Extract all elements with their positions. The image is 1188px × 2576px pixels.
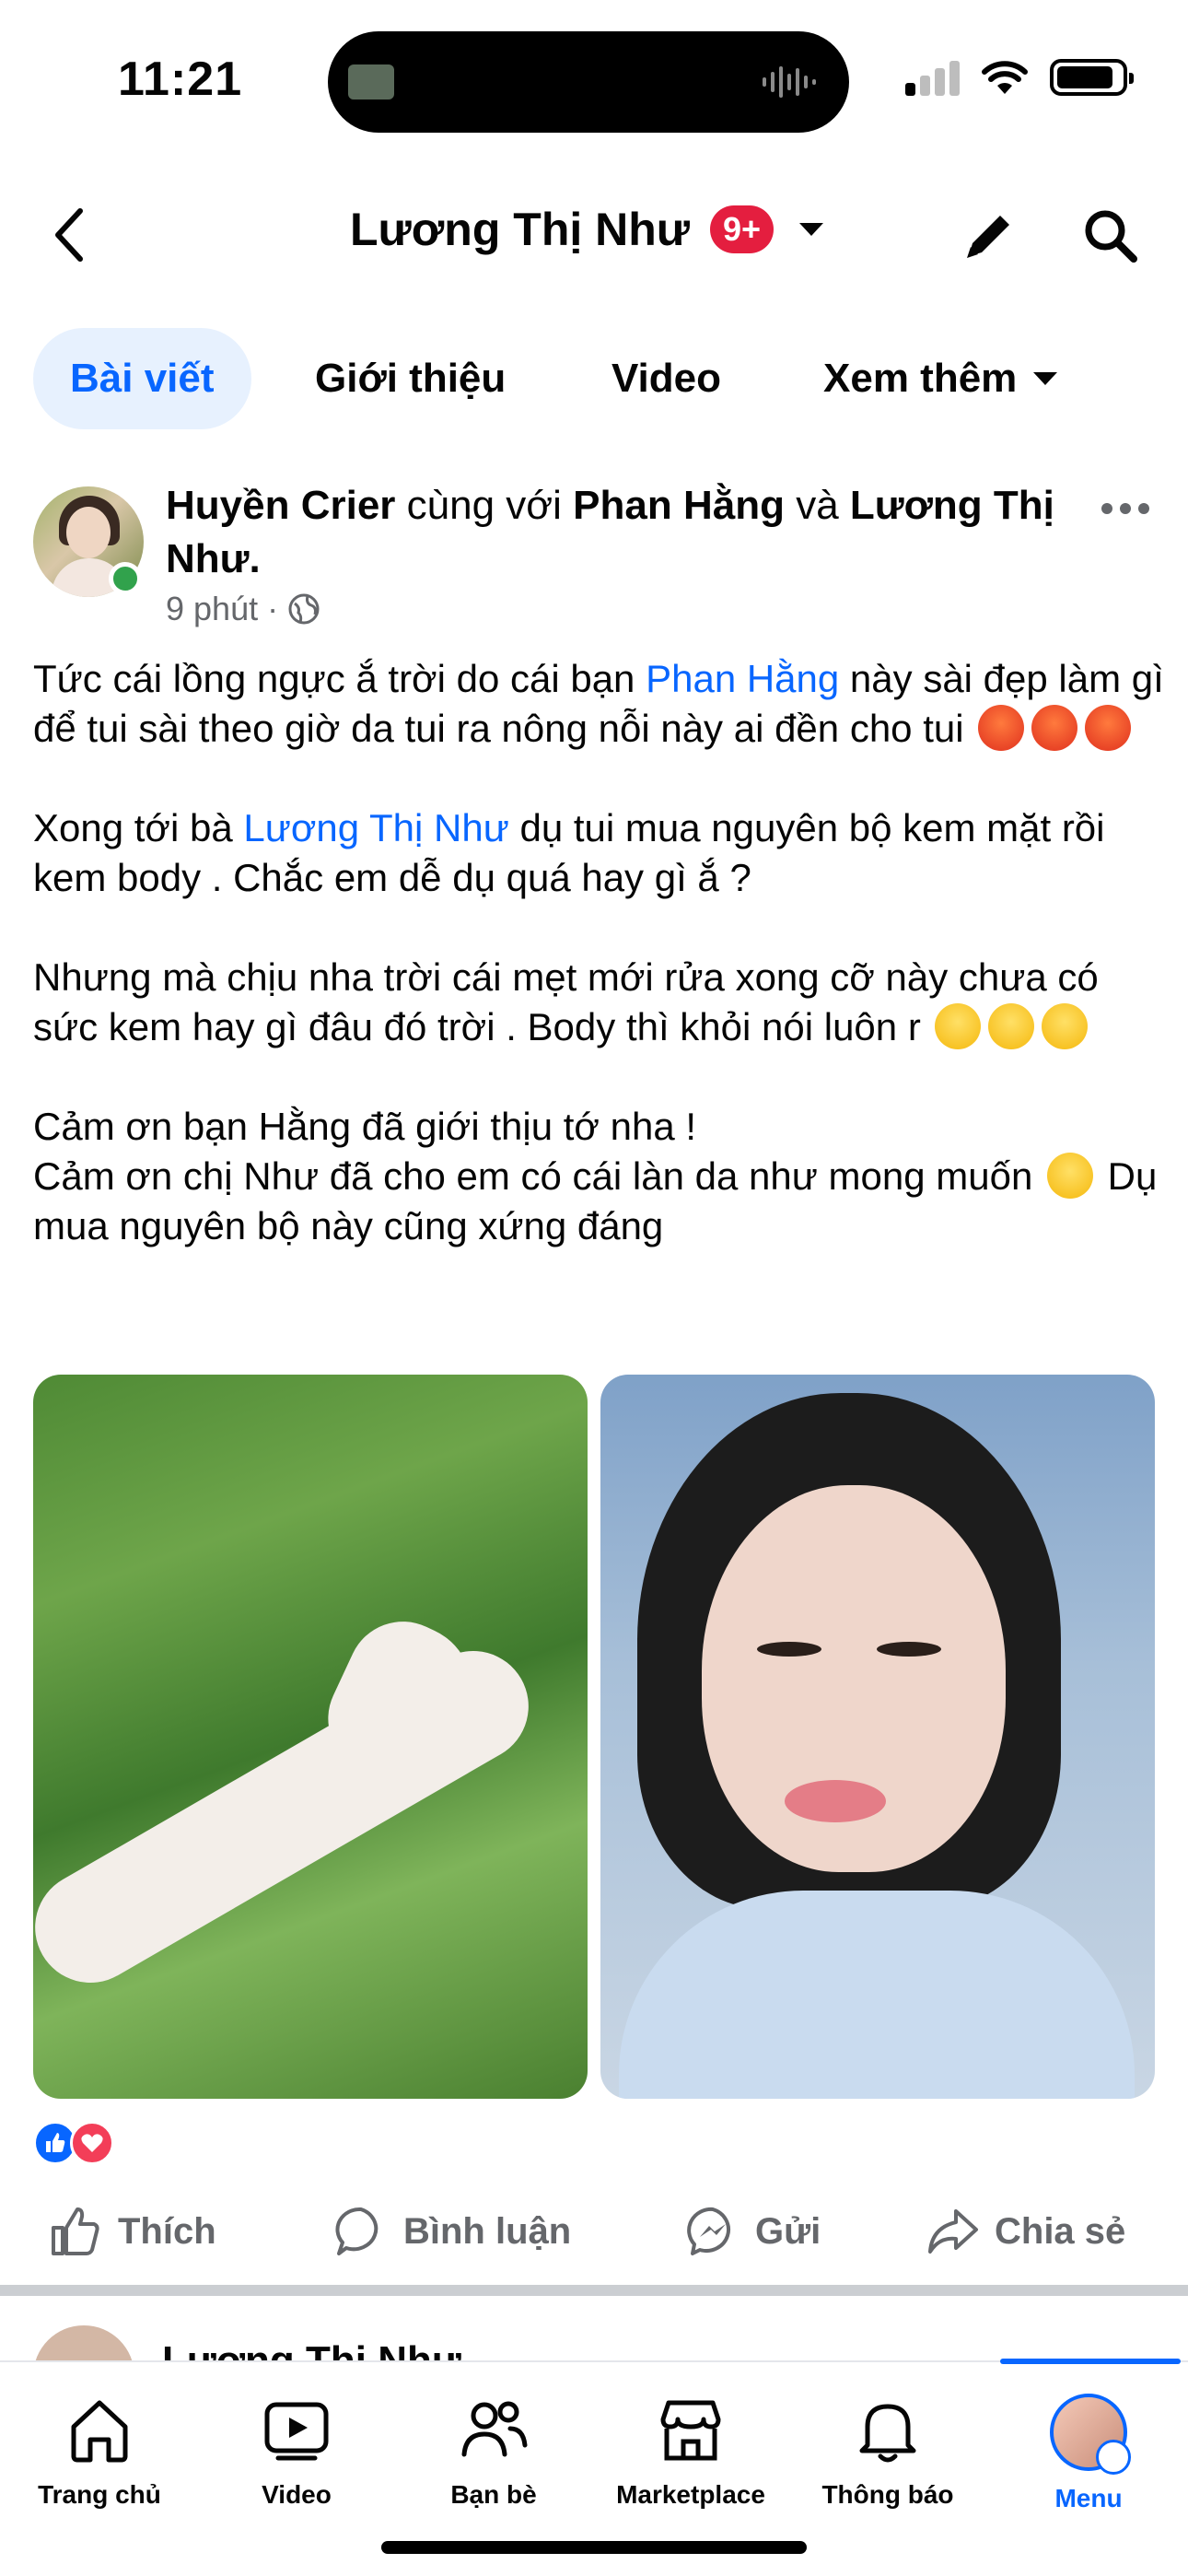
- share-arrow-icon: [928, 2209, 978, 2254]
- post-actions: Thích Bình luận Gửi Chia sẻ: [0, 2195, 1188, 2268]
- share-button[interactable]: Chia sẻ: [925, 2195, 1125, 2268]
- bell-icon: [859, 2404, 916, 2463]
- globe-icon: [288, 593, 320, 625]
- tab-posts[interactable]: Bài viết: [33, 328, 251, 429]
- post-paragraph: Cảm ơn chị Như đã cho em có cái làn da n…: [33, 1153, 1158, 1247]
- search-button[interactable]: [1076, 201, 1146, 271]
- post-time[interactable]: 9 phút: [166, 590, 258, 628]
- post-photo-face[interactable]: [600, 1375, 1155, 2099]
- comment-button[interactable]: Bình luận: [333, 2195, 571, 2268]
- menu-avatar: [1050, 2394, 1131, 2475]
- page-title: Lương Thị Như: [350, 204, 690, 255]
- mention-link[interactable]: Phan Hằng: [646, 657, 839, 700]
- nav-marketplace[interactable]: Marketplace: [599, 2394, 783, 2510]
- back-button[interactable]: [37, 201, 101, 269]
- pencil-icon: [967, 216, 1009, 258]
- mention-link[interactable]: Lương Thị Như: [243, 806, 508, 849]
- post-meta: 9 phút ·: [166, 590, 320, 628]
- like-button[interactable]: Thích: [48, 2195, 216, 2268]
- tab-about[interactable]: Giới thiệu: [315, 328, 506, 429]
- audio-wave-icon: [763, 66, 816, 98]
- now-playing-thumbnail: [348, 64, 394, 100]
- post-options-button[interactable]: [1101, 503, 1149, 514]
- home-indicator: [381, 2541, 807, 2554]
- and-text: và: [796, 483, 839, 528]
- laughing-emoji-icon: [935, 1003, 982, 1049]
- wifi-icon: [982, 61, 1028, 94]
- profile-switcher[interactable]: Lương Thị Như 9+: [350, 203, 824, 256]
- comment-icon: [335, 2207, 379, 2255]
- laughing-emoji-icon: [1042, 1003, 1089, 1049]
- nav-friends[interactable]: Bạn bè: [402, 2394, 586, 2510]
- post-divider: [0, 2285, 1188, 2296]
- friends-icon: [461, 2401, 528, 2457]
- messenger-icon: [687, 2207, 730, 2255]
- post-paragraph: Tức cái lồng ngực ắ trời do cái bạn Phan…: [33, 657, 1164, 751]
- angry-emoji-icon: [1085, 705, 1132, 751]
- edit-button[interactable]: [954, 201, 1024, 271]
- smiling-hearts-emoji-icon: [1047, 1153, 1093, 1199]
- tab-video[interactable]: Video: [611, 328, 721, 429]
- post-author-line: Huyền Crier cùng với Phan Hằng và Lương …: [166, 483, 1054, 581]
- angry-emoji-icon: [978, 705, 1025, 751]
- tab-see-more[interactable]: Xem thêm: [823, 328, 1058, 429]
- post-paragraph: Xong tới bà Lương Thị Như dụ tui mua ngu…: [33, 806, 1105, 899]
- online-status-dot: [109, 562, 142, 595]
- laughing-emoji-icon: [988, 1003, 1035, 1049]
- post-header: Huyền Crier cùng với Phan Hằng và Lương …: [0, 479, 1188, 645]
- thumbs-up-icon: [52, 2207, 99, 2255]
- author-name[interactable]: Huyền Crier: [166, 483, 395, 528]
- with-text: cùng với: [406, 483, 562, 528]
- send-button[interactable]: Gửi: [685, 2195, 821, 2268]
- status-icons: [905, 59, 1134, 96]
- notification-badge: 9+: [710, 205, 775, 253]
- nav-menu[interactable]: Menu: [996, 2394, 1181, 2513]
- reaction-summary[interactable]: [33, 2121, 114, 2165]
- caret-down-icon: [1033, 372, 1058, 385]
- love-reaction-icon: [70, 2121, 114, 2165]
- cellular-signal-icon: [905, 59, 960, 96]
- video-play-icon: [264, 2402, 329, 2461]
- caret-down-icon: [799, 223, 824, 236]
- post-paragraph: Cảm ơn bạn Hằng đã giới thịu tớ nha !: [33, 1105, 697, 1148]
- menu-hamburger-icon: [1096, 2440, 1131, 2475]
- active-tab-indicator: [1000, 2359, 1181, 2364]
- tagged-person-1[interactable]: Phan Hằng: [573, 483, 785, 528]
- nav-video[interactable]: Video: [204, 2394, 389, 2510]
- post-body: Tức cái lồng ngực ắ trời do cái bạn Phan…: [33, 654, 1166, 1251]
- search-icon: [1085, 210, 1137, 263]
- profile-tabs: Bài viết Giới thiệu Video Xem thêm: [0, 328, 1188, 429]
- nav-home[interactable]: Trang chủ: [7, 2394, 192, 2510]
- status-time: 11:21: [118, 53, 243, 106]
- chevron-left-icon: [55, 208, 83, 262]
- battery-icon: [1050, 59, 1134, 96]
- home-icon: [71, 2400, 128, 2463]
- nav-notifications[interactable]: Thông báo: [796, 2394, 980, 2510]
- dynamic-island: [328, 31, 849, 133]
- post-photo-arm[interactable]: [33, 1375, 588, 2099]
- post-paragraph: Nhưng mà chịu nha trời cái mẹt mới rửa x…: [33, 955, 1099, 1049]
- marketplace-store-icon: [660, 2400, 721, 2461]
- tab-see-more-label: Xem thêm: [823, 356, 1018, 401]
- status-bar: 11:21: [0, 0, 1188, 157]
- page-header: Lương Thị Như 9+: [0, 184, 1188, 286]
- angry-emoji-icon: [1031, 705, 1078, 751]
